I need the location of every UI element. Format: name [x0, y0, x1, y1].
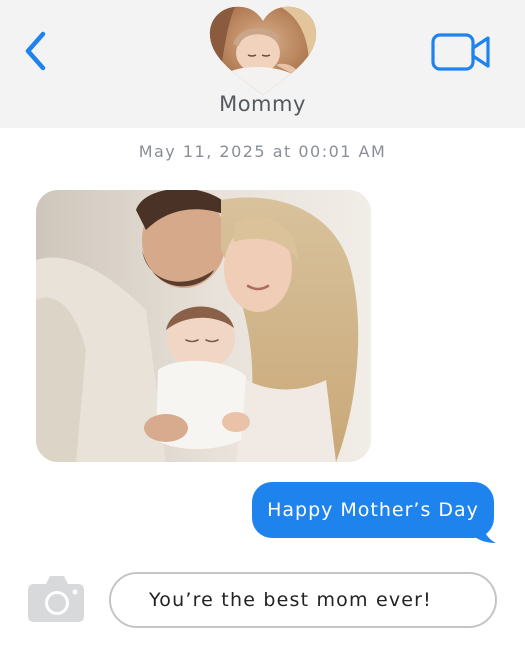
camera-icon: [28, 576, 84, 622]
conversation-header: Mommy: [0, 0, 525, 128]
camera-button[interactable]: [26, 572, 86, 624]
contact-name[interactable]: Mommy: [0, 92, 525, 116]
back-button[interactable]: [20, 30, 54, 74]
sent-message-text: Happy Mother’s Day: [252, 482, 494, 538]
family-photo[interactable]: [36, 190, 371, 462]
video-camera-icon: [431, 33, 490, 71]
chevron-left-icon: [25, 31, 46, 71]
video-call-button[interactable]: [430, 32, 492, 72]
contact-avatar[interactable]: [206, 5, 320, 97]
sent-message[interactable]: Happy Mother’s Day: [244, 482, 500, 544]
message-input[interactable]: You’re the best mom ever!: [109, 572, 497, 628]
message-timestamp: May 11, 2025 at 00:01 AM: [138, 142, 387, 161]
